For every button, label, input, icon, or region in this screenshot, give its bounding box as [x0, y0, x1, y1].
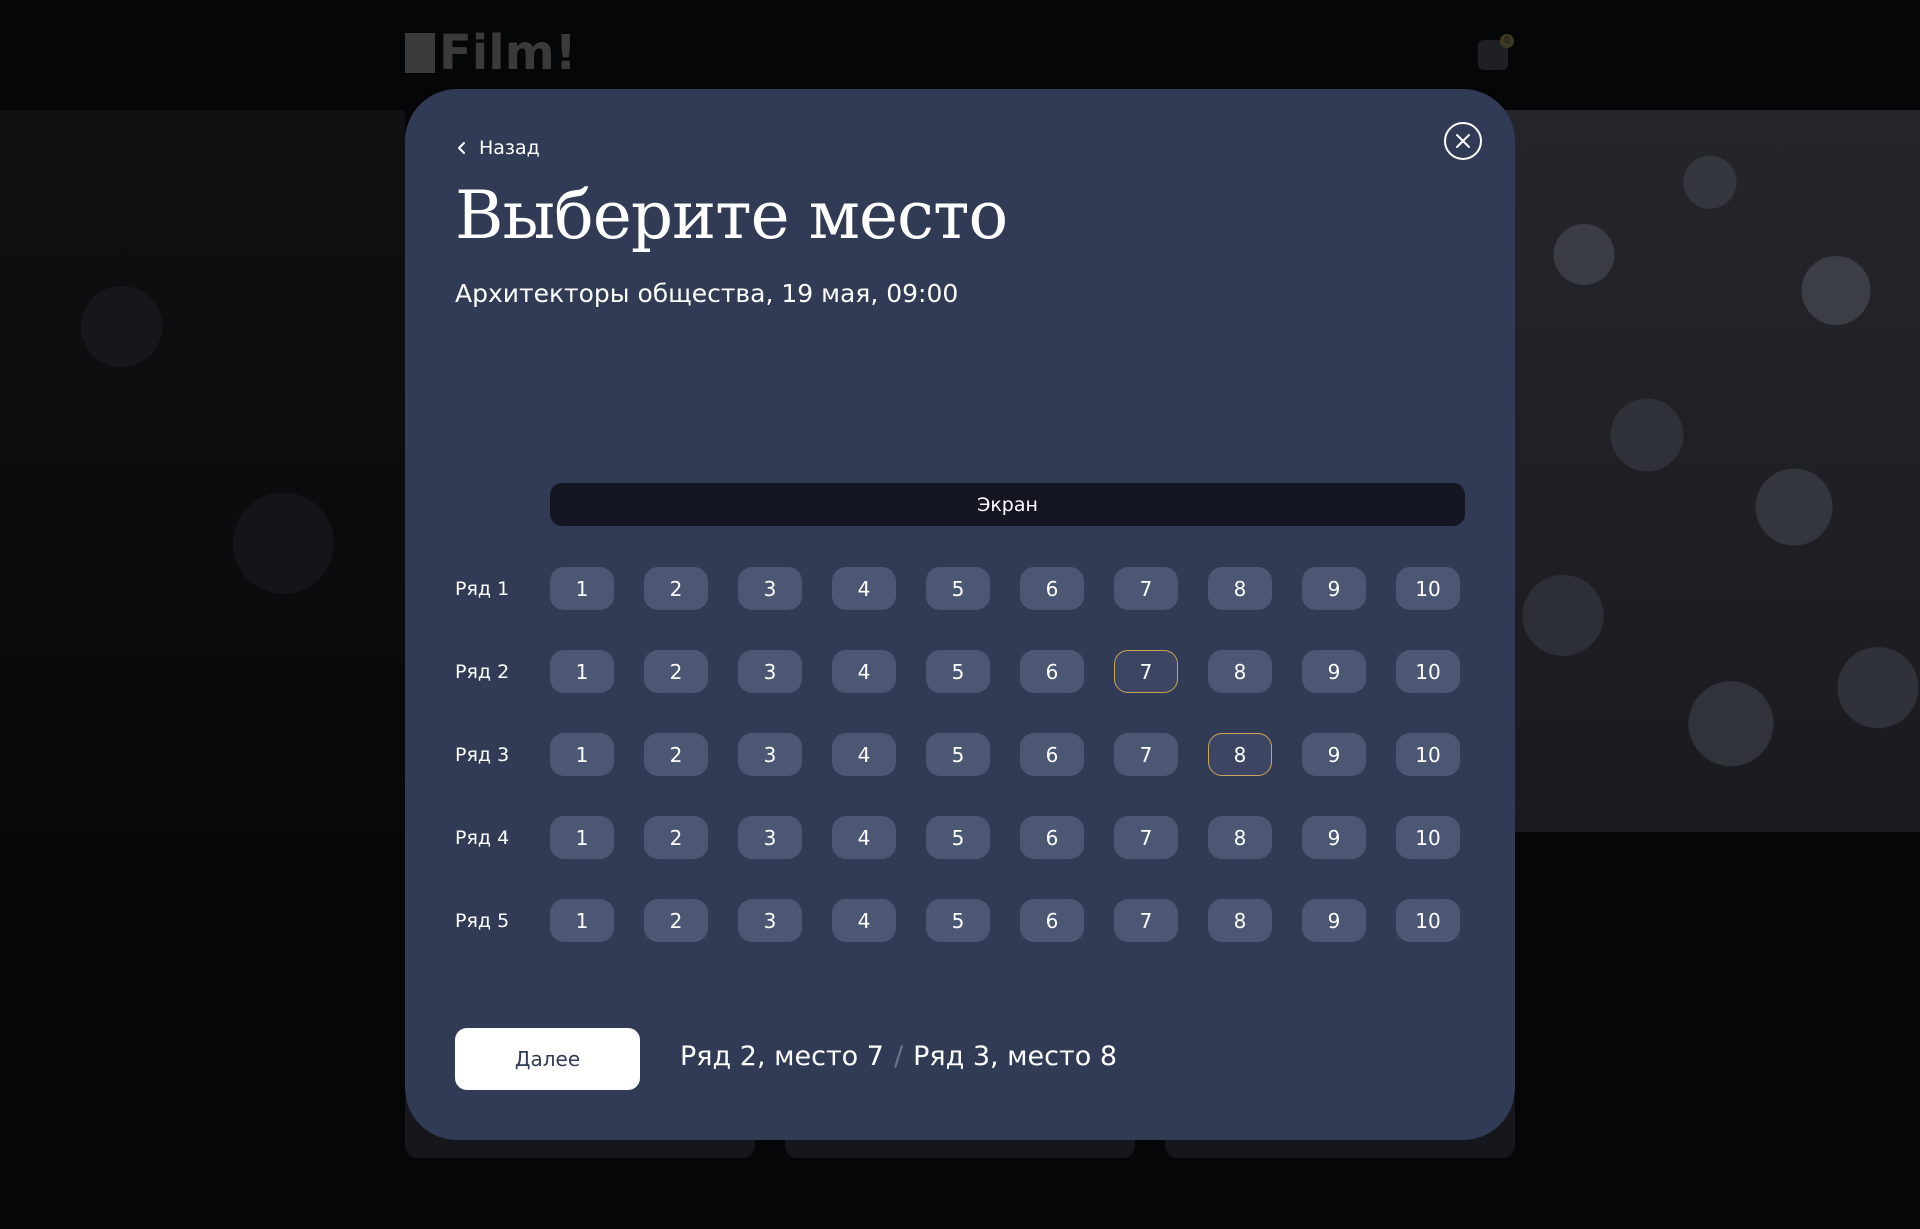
- back-label: Назад: [479, 137, 540, 159]
- row-seats: 1 2 3 4 5 6 7 8 9 10: [550, 650, 1460, 693]
- back-link[interactable]: Назад: [455, 137, 540, 159]
- seat-button[interactable]: 2: [644, 650, 708, 693]
- seat-button[interactable]: 1: [550, 650, 614, 693]
- seat-row: Ряд 3 1 2 3 4 5 6 7 8 9 10: [455, 733, 1460, 776]
- background-crowd-left: [0, 110, 405, 832]
- seat-button[interactable]: 8: [1208, 816, 1272, 859]
- seat-button[interactable]: 5: [926, 733, 990, 776]
- seat-button[interactable]: 1: [550, 899, 614, 942]
- seat-button[interactable]: 3: [738, 899, 802, 942]
- seat-button[interactable]: 5: [926, 899, 990, 942]
- row-label: Ряд 4: [455, 826, 510, 849]
- next-button[interactable]: Далее: [455, 1028, 640, 1090]
- seat-button[interactable]: 8: [1208, 567, 1272, 610]
- seat-button[interactable]: 9: [1302, 816, 1366, 859]
- seat-button[interactable]: 4: [832, 650, 896, 693]
- seat-map: Ряд 1 1 2 3 4 5 6 7 8 9 10 Ряд 2 1 2 3 4 5 6 7 8 9 10 Ряд 3123…: [455, 567, 1460, 982]
- seat-button[interactable]: 5: [926, 650, 990, 693]
- seat-button[interactable]: 3: [738, 567, 802, 610]
- selection-summary: Ряд 2, место 7 / Ряд 3, место 8: [680, 1041, 1117, 1072]
- seat-button[interactable]: 8: [1208, 899, 1272, 942]
- seat-button[interactable]: 4: [832, 567, 896, 610]
- seat-button-selected[interactable]: 7: [1114, 650, 1178, 693]
- session-info: Архитекторы общества, 19 мая, 09:00: [455, 279, 959, 308]
- seat-button[interactable]: 1: [550, 816, 614, 859]
- seat-row: Ряд 2 1 2 3 4 5 6 7 8 9 10: [455, 650, 1460, 693]
- seat-button[interactable]: 4: [832, 899, 896, 942]
- row-label: Ряд 2: [455, 660, 510, 683]
- seat-button[interactable]: 9: [1302, 899, 1366, 942]
- seat-button[interactable]: 7: [1114, 899, 1178, 942]
- seat-button[interactable]: 5: [926, 567, 990, 610]
- seat-button[interactable]: 4: [832, 816, 896, 859]
- selected-seat-2: Ряд 3, место 8: [913, 1041, 1118, 1072]
- background-crowd-image: [1500, 110, 1920, 832]
- seat-button[interactable]: 5: [926, 816, 990, 859]
- seat-button-selected[interactable]: 8: [1208, 733, 1272, 776]
- seat-button[interactable]: 3: [738, 650, 802, 693]
- seat-button[interactable]: 7: [1114, 567, 1178, 610]
- seat-button[interactable]: 3: [738, 733, 802, 776]
- logo-text: Film!: [439, 25, 577, 81]
- seat-button[interactable]: 3: [738, 816, 802, 859]
- seat-button[interactable]: 7: [1114, 733, 1178, 776]
- cinema-screen: Экран: [550, 483, 1465, 526]
- row-seats: 1 2 3 4 5 6 7 8 9 10: [550, 567, 1460, 610]
- logo-block: [405, 33, 435, 73]
- seat-button[interactable]: 10: [1396, 816, 1460, 859]
- seat-button[interactable]: 2: [644, 816, 708, 859]
- cart-icon: 0: [1478, 34, 1514, 70]
- row-seats: 1 2 3 4 5 6 7 8 9 10: [550, 733, 1460, 776]
- modal-title: Выберите место: [455, 177, 1008, 254]
- seat-button[interactable]: 6: [1020, 816, 1084, 859]
- seat-button[interactable]: 2: [644, 899, 708, 942]
- site-logo: Film!: [405, 25, 577, 81]
- seat-button[interactable]: 10: [1396, 899, 1460, 942]
- row-label: Ряд 5: [455, 909, 510, 932]
- seat-button[interactable]: 6: [1020, 567, 1084, 610]
- selected-seat-1: Ряд 2, место 7: [680, 1041, 884, 1072]
- seat-button[interactable]: 9: [1302, 567, 1366, 610]
- row-seats: 1 2 3 4 5 6 7 8 9 10: [550, 816, 1460, 859]
- seat-button[interactable]: 9: [1302, 733, 1366, 776]
- row-label: Ряд 1: [455, 577, 510, 600]
- seat-button[interactable]: 10: [1396, 733, 1460, 776]
- seat-row: Ряд 4 1 2 3 4 5 6 7 8 9 10: [455, 816, 1460, 859]
- seat-button[interactable]: 2: [644, 567, 708, 610]
- seat-selection-modal: Назад Выберите место Архитекторы обществ…: [405, 89, 1515, 1140]
- summary-separator: /: [893, 1041, 904, 1072]
- cart-count-badge: 0: [1500, 34, 1514, 48]
- seat-row: Ряд 5 1 2 3 4 5 6 7 8 9 10: [455, 899, 1460, 942]
- seat-button[interactable]: 8: [1208, 650, 1272, 693]
- seat-button[interactable]: 4: [832, 733, 896, 776]
- screen-label: Экран: [977, 493, 1038, 516]
- seat-button[interactable]: 6: [1020, 650, 1084, 693]
- chevron-left-icon: [458, 142, 465, 154]
- row-seats: 1 2 3 4 5 6 7 8 9 10: [550, 899, 1460, 942]
- seat-button[interactable]: 6: [1020, 733, 1084, 776]
- row-label: Ряд 3: [455, 743, 510, 766]
- seat-button[interactable]: 10: [1396, 567, 1460, 610]
- seat-button[interactable]: 9: [1302, 650, 1366, 693]
- seat-button[interactable]: 1: [550, 567, 614, 610]
- seat-button[interactable]: 7: [1114, 816, 1178, 859]
- seat-row: Ряд 1 1 2 3 4 5 6 7 8 9 10: [455, 567, 1460, 610]
- seat-button[interactable]: 2: [644, 733, 708, 776]
- close-icon: [1456, 134, 1470, 148]
- close-button[interactable]: [1444, 122, 1482, 160]
- seat-button[interactable]: 10: [1396, 650, 1460, 693]
- seat-button[interactable]: 1: [550, 733, 614, 776]
- seat-button[interactable]: 6: [1020, 899, 1084, 942]
